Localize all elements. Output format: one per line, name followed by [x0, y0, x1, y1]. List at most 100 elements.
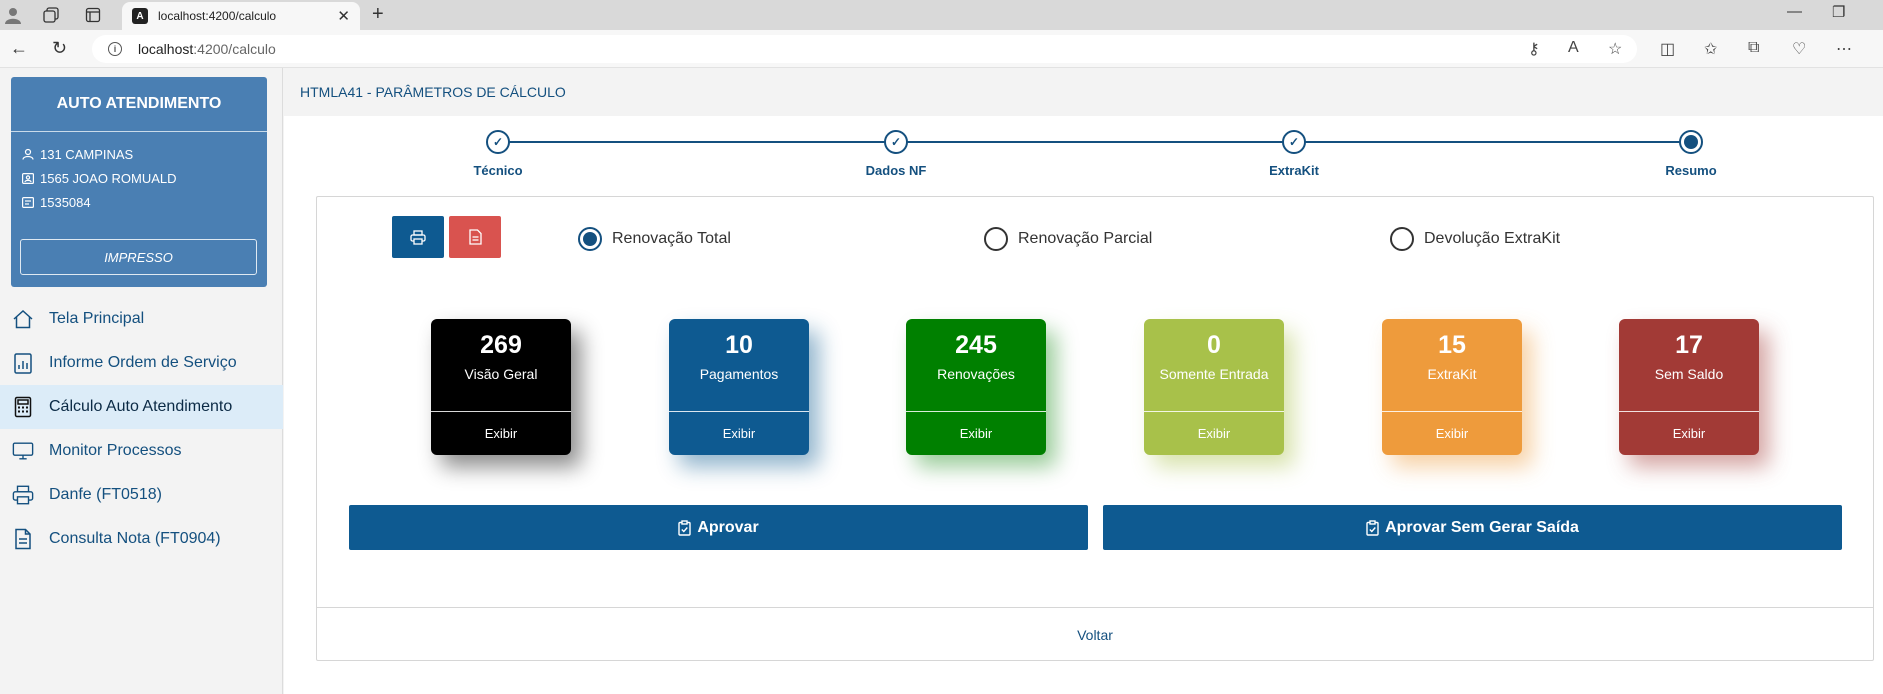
radio-checked-icon: [578, 227, 602, 251]
card-title: Visão Geral: [464, 366, 538, 382]
home-icon: [12, 308, 34, 330]
step-label: Dados NF: [865, 163, 927, 178]
monitor-icon: [12, 440, 34, 462]
card-visao-geral: 269 Visão Geral Exibir: [431, 319, 571, 455]
card-value: 10: [725, 331, 753, 359]
angular-favicon-icon: A: [132, 8, 148, 24]
sidebar-item-label: Consulta Nota (FT0904): [49, 530, 221, 547]
browser-tab-bar: A localhost:4200/calculo ✕ + — ❐: [0, 0, 1883, 30]
card-value: 0: [1207, 331, 1221, 359]
card-somente-entrada: 0 Somente Entrada Exibir: [1144, 319, 1284, 455]
radio-renovacao-total[interactable]: Renovação Total: [578, 227, 731, 251]
more-options-icon[interactable]: ⋯: [1836, 39, 1852, 59]
aprovar-sem-gerar-saida-label: Aprovar Sem Gerar Saída: [1385, 518, 1579, 536]
card-exibir-button[interactable]: Exibir: [1144, 412, 1284, 455]
profile-user-text: 1565 JOAO ROMUALD: [40, 170, 177, 186]
profile-branch: 131 CAMPINAS: [11, 142, 267, 166]
step-tecnico[interactable]: ✓ Técnico: [428, 130, 568, 178]
card-value: 269: [480, 331, 522, 359]
close-tab-icon[interactable]: ✕: [337, 7, 350, 25]
radio-unchecked-icon: [984, 227, 1008, 251]
aprovar-button[interactable]: Aprovar: [349, 505, 1088, 550]
workspaces-icon[interactable]: [40, 5, 62, 25]
card-title: Pagamentos: [699, 366, 779, 382]
split-screen-icon[interactable]: ◫: [1660, 39, 1675, 59]
radio-label: Renovação Total: [612, 230, 731, 247]
panel-footer: Voltar: [317, 607, 1873, 661]
profile-code: 1535084: [11, 190, 267, 214]
id-card-icon: [21, 172, 35, 184]
sidebar-item-label: Cálculo Auto Atendimento: [49, 398, 233, 415]
profile-title: AUTO ATENDIMENTO: [11, 77, 267, 132]
check-icon: ✓: [486, 130, 510, 154]
card-pagamentos: 10 Pagamentos Exibir: [669, 319, 809, 455]
read-aloud-icon[interactable]: A: [1568, 39, 1579, 57]
sidebar-item-tela-principal[interactable]: Tela Principal: [0, 297, 283, 341]
pdf-button[interactable]: [449, 216, 501, 258]
url-field[interactable]: i localhost:4200/calculo: [92, 35, 1637, 63]
radio-renovacao-parcial[interactable]: Renovação Parcial: [984, 227, 1152, 251]
impresso-button[interactable]: IMPRESSO: [20, 239, 257, 275]
browser-essentials-icon[interactable]: ♡: [1792, 39, 1806, 59]
sidebar-item-monitor[interactable]: Monitor Processos: [0, 429, 283, 473]
sidebar-item-label: Danfe (FT0518): [49, 486, 162, 503]
new-tab-icon[interactable]: +: [372, 3, 384, 26]
current-step-dot-icon: [1679, 130, 1703, 154]
step-label: Técnico: [473, 163, 523, 178]
sidebar-item-label: Informe Ordem de Serviço: [49, 354, 237, 371]
radio-devolucao-extrakit[interactable]: Devolução ExtraKit: [1390, 227, 1560, 251]
card-extrakit: 15 ExtraKit Exibir: [1382, 319, 1522, 455]
tab-actions-icon[interactable]: [82, 5, 104, 25]
step-resumo[interactable]: Resumo: [1621, 130, 1761, 178]
sidebar-menu: Tela Principal Informe Ordem de Serviço …: [0, 297, 283, 561]
card-renovacoes: 245 Renovações Exibir: [906, 319, 1046, 455]
calculator-icon: [12, 396, 34, 418]
page-title: HTMLA41 - PARÂMETROS DE CÁLCULO: [284, 68, 1883, 116]
printer-icon: [12, 484, 34, 506]
voltar-link[interactable]: Voltar: [1077, 627, 1113, 643]
card-title: Sem Saldo: [1654, 366, 1724, 382]
print-button[interactable]: [392, 216, 444, 258]
profile-user: 1565 JOAO ROMUALD: [11, 166, 267, 190]
step-extrakit[interactable]: ✓ ExtraKit: [1224, 130, 1364, 178]
step-dados-nf[interactable]: ✓ Dados NF: [826, 130, 966, 178]
minimize-icon[interactable]: —: [1787, 3, 1802, 20]
main-content: HTMLA41 - PARÂMETROS DE CÁLCULO ✓ Técnic…: [284, 68, 1883, 694]
sidebar-item-consulta-nota[interactable]: Consulta Nota (FT0904): [0, 517, 283, 561]
aprovar-label: Aprovar: [697, 518, 759, 536]
card-exibir-button[interactable]: Exibir: [1619, 412, 1759, 455]
sidebar-item-informe-ordem[interactable]: Informe Ordem de Serviço: [0, 341, 283, 385]
key-icon[interactable]: ⚷: [1528, 39, 1540, 59]
profile-icon[interactable]: [2, 5, 24, 25]
favorite-star-icon[interactable]: ☆: [1608, 39, 1622, 59]
card-exibir-button[interactable]: Exibir: [906, 412, 1046, 455]
step-label: Resumo: [1665, 163, 1717, 178]
card-sem-saldo: 17 Sem Saldo Exibir: [1619, 319, 1759, 455]
card-exibir-button[interactable]: Exibir: [431, 412, 571, 455]
summary-panel: Renovação Total Renovação Parcial Devolu…: [316, 196, 1874, 661]
sidebar-item-danfe[interactable]: Danfe (FT0518): [0, 473, 283, 517]
browser-tab[interactable]: A localhost:4200/calculo ✕: [122, 2, 360, 30]
favorites-icon[interactable]: ✩: [1704, 39, 1717, 59]
back-icon[interactable]: ←: [10, 38, 28, 59]
pdf-file-icon: [468, 229, 482, 245]
card-exibir-button[interactable]: Exibir: [669, 412, 809, 455]
stepper: ✓ Técnico ✓ Dados NF ✓ ExtraKit Resumo: [284, 116, 1883, 180]
sidebar-item-calculo[interactable]: Cálculo Auto Atendimento: [0, 385, 283, 429]
radio-unchecked-icon: [1390, 227, 1414, 251]
collections-icon[interactable]: ⧉: [1748, 39, 1759, 57]
restore-icon[interactable]: ❐: [1832, 3, 1845, 21]
profile-branch-text: 131 CAMPINAS: [40, 146, 134, 162]
stepper-line: [498, 141, 1691, 143]
radio-label: Renovação Parcial: [1018, 230, 1153, 247]
refresh-icon[interactable]: ↻: [52, 38, 67, 59]
aprovar-sem-gerar-saida-button[interactable]: Aprovar Sem Gerar Saída: [1103, 505, 1842, 550]
step-label: ExtraKit: [1269, 163, 1319, 178]
site-info-icon[interactable]: i: [108, 42, 122, 56]
url-host: localhost: [138, 41, 194, 57]
sidebar-item-label: Monitor Processos: [49, 442, 182, 459]
card-exibir-button[interactable]: Exibir: [1382, 412, 1522, 455]
tab-title: localhost:4200/calculo: [158, 9, 277, 23]
check-icon: ✓: [884, 130, 908, 154]
address-bar: ← ↻ i localhost:4200/calculo ⚷ A ☆ ◫ ✩ ⧉…: [0, 30, 1883, 68]
